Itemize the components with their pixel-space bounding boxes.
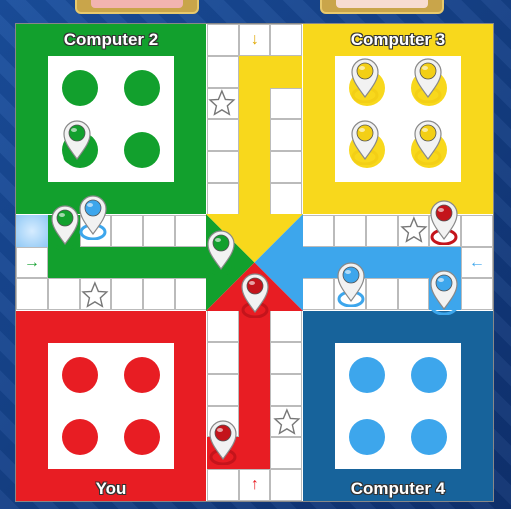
track-cell bbox=[111, 278, 144, 311]
yellow-lane-cell bbox=[238, 55, 271, 88]
track-cell bbox=[461, 278, 493, 311]
green-lane-cell bbox=[111, 246, 144, 279]
yellow-token[interactable] bbox=[350, 57, 380, 104]
blue-token[interactable] bbox=[336, 261, 366, 308]
track-cell bbox=[270, 469, 303, 501]
track-cell bbox=[206, 469, 239, 501]
player-label-top-right: Computer 3 bbox=[350, 30, 446, 49]
home-spot bbox=[124, 357, 160, 393]
track-cell bbox=[270, 183, 303, 215]
green-lane-cell bbox=[175, 246, 207, 279]
home-spot bbox=[411, 419, 447, 455]
top-left-panel[interactable] bbox=[75, 0, 199, 14]
green-lane-cell bbox=[47, 246, 80, 279]
track-cell bbox=[302, 278, 334, 311]
red-lane-cell bbox=[238, 342, 271, 374]
home-spot bbox=[349, 357, 385, 393]
track-cell bbox=[365, 278, 398, 311]
home-spot bbox=[124, 132, 160, 168]
track-cell bbox=[270, 437, 303, 470]
blue-lane-cell bbox=[302, 246, 334, 279]
track-cell bbox=[206, 24, 239, 56]
star-icon bbox=[208, 89, 236, 116]
blue-lane-cell bbox=[365, 246, 398, 279]
track-cell bbox=[365, 214, 398, 247]
track-cell bbox=[143, 214, 175, 247]
green-token[interactable] bbox=[206, 229, 236, 276]
player-label-top-left: Computer 2 bbox=[63, 30, 159, 49]
yellow-lane-cell bbox=[238, 183, 271, 215]
track-cell bbox=[47, 278, 80, 311]
red-token[interactable] bbox=[240, 272, 270, 319]
track-cell bbox=[175, 214, 207, 247]
track-cell bbox=[270, 373, 303, 406]
blue-token[interactable] bbox=[78, 194, 108, 241]
top-right-panel[interactable] bbox=[320, 0, 444, 14]
track-cell bbox=[270, 151, 303, 183]
ludo-board: Computer 2 Computer 3 You Computer 4 ↓ ↑… bbox=[15, 23, 494, 502]
red-token[interactable] bbox=[429, 199, 459, 246]
track-cell bbox=[270, 342, 303, 374]
yellow-lane-cell bbox=[238, 119, 271, 152]
home-spot bbox=[349, 419, 385, 455]
red-lane-cell bbox=[238, 437, 271, 470]
track-cell bbox=[16, 278, 48, 311]
yellow-lane-cell bbox=[270, 55, 303, 88]
star-icon bbox=[273, 408, 301, 435]
track-cell bbox=[111, 214, 144, 247]
home-spot bbox=[62, 70, 98, 106]
player-label-bottom-right: Computer 4 bbox=[350, 479, 446, 498]
home-spot bbox=[411, 357, 447, 393]
track-cell bbox=[270, 87, 303, 120]
red-token[interactable] bbox=[208, 419, 238, 466]
star-icon bbox=[81, 281, 109, 308]
arrow-right-icon: → bbox=[23, 254, 40, 271]
player-label-bottom-left: You bbox=[95, 479, 127, 498]
green-lane-cell bbox=[143, 246, 175, 279]
yellow-lane-cell bbox=[238, 87, 271, 120]
yellow-token[interactable] bbox=[413, 119, 443, 166]
star-icon bbox=[400, 216, 428, 243]
track-cell bbox=[270, 24, 303, 56]
arrow-left-icon: ← bbox=[468, 254, 485, 271]
arrow-down-icon: ↓ bbox=[250, 31, 259, 48]
track-cell bbox=[461, 214, 493, 247]
track-cell bbox=[334, 214, 366, 247]
track-cell bbox=[143, 278, 175, 311]
home-spot bbox=[124, 70, 160, 106]
green-token[interactable] bbox=[62, 119, 92, 166]
home-spot bbox=[62, 357, 98, 393]
arrow-up-icon: ↑ bbox=[250, 476, 259, 493]
yellow-lane-cell bbox=[238, 151, 271, 183]
track-cell bbox=[206, 183, 239, 215]
track-cell bbox=[206, 119, 239, 152]
blue-lane-cell bbox=[397, 246, 430, 279]
blue-token[interactable] bbox=[429, 269, 459, 316]
track-cell bbox=[397, 278, 430, 311]
track-cell bbox=[206, 151, 239, 183]
home-spot bbox=[62, 419, 98, 455]
track-cell bbox=[206, 342, 239, 374]
base-inner-bottom-right bbox=[335, 343, 461, 469]
track-cell bbox=[206, 310, 239, 342]
red-lane-cell bbox=[238, 373, 271, 406]
home-spot bbox=[124, 419, 160, 455]
base-top-right: Computer 3 bbox=[303, 24, 493, 214]
highlight-cell[interactable] bbox=[16, 214, 48, 247]
track-cell bbox=[175, 278, 207, 311]
yellow-token[interactable] bbox=[350, 119, 380, 166]
base-top-left: Computer 2 bbox=[16, 24, 206, 214]
red-lane-cell bbox=[238, 405, 271, 438]
base-inner-bottom-left bbox=[48, 343, 174, 469]
green-token[interactable] bbox=[50, 204, 80, 251]
track-cell bbox=[270, 119, 303, 152]
track-cell bbox=[206, 55, 239, 88]
base-bottom-right: Computer 4 bbox=[303, 311, 493, 501]
green-lane-cell bbox=[79, 246, 112, 279]
track-cell bbox=[270, 310, 303, 342]
base-bottom-left: You bbox=[16, 311, 206, 501]
track-cell bbox=[302, 214, 334, 247]
yellow-token[interactable] bbox=[413, 57, 443, 104]
track-cell bbox=[206, 373, 239, 406]
